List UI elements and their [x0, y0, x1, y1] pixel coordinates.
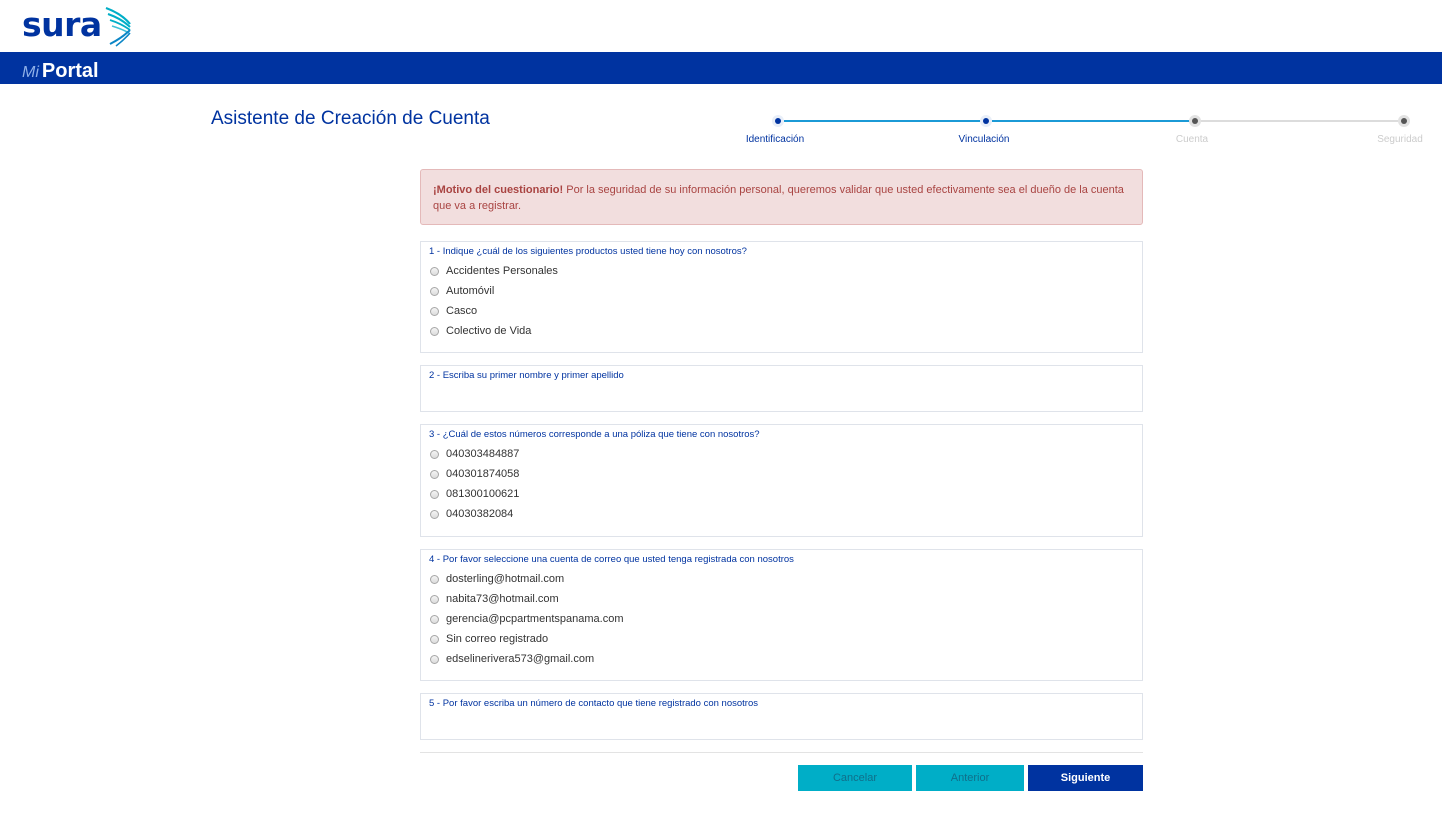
option-radio[interactable]: edselinerivera573@gmail.com: [421, 649, 1142, 669]
sura-logo[interactable]: sura: [22, 6, 134, 48]
option-radio[interactable]: Casco: [421, 301, 1142, 321]
option-label: Sin correo registrado: [446, 633, 549, 645]
portal-label: Portal: [41, 60, 99, 82]
option-radio[interactable]: 04030382084: [421, 504, 1142, 524]
radio-button[interactable]: [430, 614, 439, 624]
questionnaire-alert: ¡Motivo del cuestionario! Por la segurid…: [420, 169, 1143, 225]
question-title: 2 - Escriba su primer nombre y primer ap…: [429, 370, 624, 381]
option-radio[interactable]: 040303484887: [421, 444, 1142, 464]
question-title: 4 - Por favor seleccione una cuenta de c…: [429, 554, 794, 565]
option-label: 081300100621: [446, 488, 520, 500]
mi-label: Mi: [22, 64, 39, 81]
option-label: 04030382084: [446, 508, 514, 520]
step-label-identificacion: Identificación: [745, 134, 805, 145]
step-label-vinculacion: Vinculación: [958, 134, 1010, 145]
step-dot-cuenta: [1189, 115, 1201, 127]
step-dot-seguridad: [1398, 115, 1410, 127]
option-label: Colectivo de Vida: [446, 325, 532, 337]
step-dot-identificacion: [772, 115, 784, 127]
radio-button[interactable]: [430, 286, 439, 296]
cancel-button[interactable]: Cancelar: [798, 765, 912, 791]
option-radio[interactable]: Colectivo de Vida: [421, 321, 1142, 341]
question-3: 3 - ¿Cuál de estos números corresponde a…: [420, 424, 1143, 537]
radio-button[interactable]: [430, 449, 439, 459]
wizard-stepper: Identificación Vinculación Cuenta Seguri…: [740, 112, 1430, 152]
radio-button[interactable]: [430, 634, 439, 644]
top-header: sura: [0, 0, 1442, 52]
option-label: Accidentes Personales: [446, 265, 558, 277]
option-radio[interactable]: Automóvil: [421, 281, 1142, 301]
step-dot-vinculacion: [980, 115, 992, 127]
option-radio[interactable]: 081300100621: [421, 484, 1142, 504]
question-5[interactable]: 5 - Por favor escriba un número de conta…: [420, 693, 1143, 740]
option-radio[interactable]: 040301874058: [421, 464, 1142, 484]
option-label: edselinerivera573@gmail.com: [446, 653, 595, 665]
previous-button[interactable]: Anterior: [916, 765, 1024, 791]
wizard-content: ¡Motivo del cuestionario! Por la segurid…: [420, 169, 1143, 225]
option-radio[interactable]: nabita73@hotmail.com: [421, 589, 1142, 609]
step-label-seguridad: Seguridad: [1377, 134, 1423, 145]
option-label: Automóvil: [446, 285, 495, 297]
question-title: 1 - Indique ¿cuál de los siguientes prod…: [429, 246, 747, 257]
step-label-cuenta: Cuenta: [1175, 134, 1209, 145]
radio-button[interactable]: [430, 266, 439, 276]
option-label: 040303484887: [446, 448, 520, 460]
portal-bar: [0, 52, 1442, 84]
alert-heading: ¡Motivo del cuestionario!: [433, 184, 564, 196]
radio-button[interactable]: [430, 509, 439, 519]
form-divider: [420, 752, 1143, 753]
question-1: 1 - Indique ¿cuál de los siguientes prod…: [420, 241, 1143, 353]
option-label: Casco: [446, 305, 478, 317]
radio-button[interactable]: [430, 326, 439, 336]
option-label: gerencia@pcpartmentspanama.com: [446, 613, 624, 625]
option-radio[interactable]: gerencia@pcpartmentspanama.com: [421, 609, 1142, 629]
radio-button[interactable]: [430, 574, 439, 584]
radio-button[interactable]: [430, 469, 439, 479]
radio-button[interactable]: [430, 654, 439, 664]
option-label: dosterling@hotmail.com: [446, 573, 565, 585]
radio-button[interactable]: [430, 489, 439, 499]
option-label: nabita73@hotmail.com: [446, 593, 559, 605]
question-2[interactable]: 2 - Escriba su primer nombre y primer ap…: [420, 365, 1143, 412]
question-4: 4 - Por favor seleccione una cuenta de c…: [420, 549, 1143, 681]
option-label: 040301874058: [446, 468, 520, 480]
logo-text: sura: [22, 5, 102, 44]
option-radio[interactable]: dosterling@hotmail.com: [421, 569, 1142, 589]
step-connector: [1201, 120, 1403, 122]
option-radio[interactable]: Accidentes Personales: [421, 261, 1142, 281]
radio-button[interactable]: [430, 594, 439, 604]
option-radio[interactable]: Sin correo registrado: [421, 629, 1142, 649]
wing-logo-icon: [105, 6, 131, 47]
question-title: 5 - Por favor escriba un número de conta…: [429, 698, 758, 709]
question-title: 3 - ¿Cuál de estos números corresponde a…: [429, 429, 760, 440]
next-button[interactable]: Siguiente: [1028, 765, 1143, 791]
page-title: Asistente de Creación de Cuenta: [211, 108, 490, 129]
step-connector: [992, 120, 1194, 122]
mi-portal-logo[interactable]: Mi Portal: [22, 60, 99, 83]
radio-button[interactable]: [430, 306, 439, 316]
step-connector: [784, 120, 985, 122]
